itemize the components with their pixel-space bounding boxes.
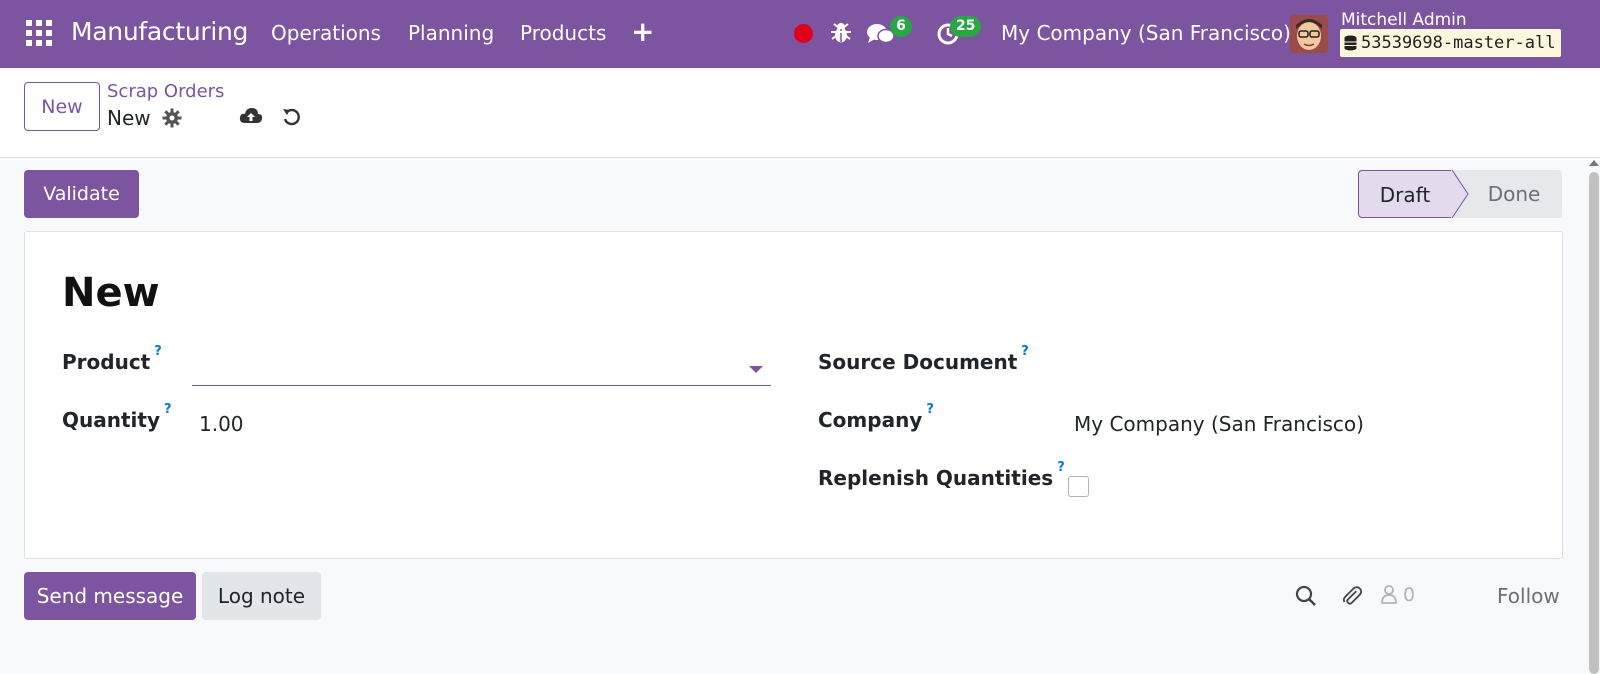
dropdown-caret-icon[interactable] bbox=[749, 366, 763, 373]
user-lock-icon bbox=[1381, 585, 1397, 604]
source-document-help-icon[interactable]: ? bbox=[1021, 344, 1029, 359]
app-name[interactable]: Manufacturing bbox=[71, 17, 248, 46]
stage-arrow-icon bbox=[1451, 170, 1469, 218]
quantity-input[interactable]: 1.00 bbox=[199, 412, 244, 436]
quantity-label: Quantity? bbox=[62, 402, 172, 432]
replenish-quantities-checkbox[interactable] bbox=[1068, 476, 1089, 497]
top-navbar: Manufacturing Operations Planning Produc… bbox=[0, 0, 1600, 68]
followers-count: 0 bbox=[1403, 584, 1416, 606]
breadcrumb-scrap-orders[interactable]: Scrap Orders bbox=[107, 81, 224, 102]
user-name[interactable]: Mitchell Admin bbox=[1341, 10, 1467, 30]
company-label: Company? bbox=[818, 402, 934, 432]
replenish-help-icon[interactable]: ? bbox=[1057, 460, 1065, 475]
status-bar: Draft Done bbox=[1358, 170, 1562, 218]
apps-grid-icon[interactable] bbox=[26, 20, 52, 46]
source-document-label: Source Document? bbox=[818, 344, 1029, 374]
user-avatar[interactable] bbox=[1290, 15, 1328, 53]
product-label: Product? bbox=[62, 344, 162, 374]
company-field[interactable]: My Company (San Francisco) bbox=[1074, 412, 1364, 436]
discard-undo-icon[interactable] bbox=[282, 107, 302, 131]
log-note-button[interactable]: Log note bbox=[202, 572, 321, 620]
company-switcher[interactable]: My Company (San Francisco) bbox=[1001, 21, 1291, 45]
plus-icon[interactable]: + bbox=[631, 15, 654, 48]
database-badge: 53539698-master-all bbox=[1340, 29, 1562, 60]
menu-operations[interactable]: Operations bbox=[271, 21, 381, 45]
stage-draft[interactable]: Draft bbox=[1358, 170, 1452, 218]
database-icon bbox=[1344, 32, 1357, 60]
paperclip-icon[interactable] bbox=[1340, 584, 1364, 612]
menu-planning[interactable]: Planning bbox=[408, 21, 494, 45]
follow-button[interactable]: Follow bbox=[1497, 584, 1560, 608]
product-input[interactable] bbox=[192, 350, 771, 386]
scroll-up-arrow[interactable] bbox=[1589, 160, 1599, 166]
breadcrumb-current: New bbox=[107, 106, 151, 130]
messages-badge: 6 bbox=[890, 16, 912, 37]
bug-icon[interactable] bbox=[830, 21, 852, 49]
replenish-quantities-label: Replenish Quantities? bbox=[818, 460, 1065, 490]
form-sheet: New Product? Quantity? 1.00 Source Docum… bbox=[24, 231, 1563, 559]
gear-icon[interactable] bbox=[162, 108, 182, 132]
save-cloud-icon[interactable] bbox=[239, 106, 263, 130]
scrollbar-thumb[interactable] bbox=[1589, 172, 1599, 674]
record-title: New bbox=[62, 270, 160, 316]
new-button[interactable]: New bbox=[24, 82, 100, 131]
product-help-icon[interactable]: ? bbox=[154, 344, 162, 359]
database-name: 53539698-master-all bbox=[1361, 33, 1556, 53]
quantity-help-icon[interactable]: ? bbox=[164, 402, 172, 417]
menu-products[interactable]: Products bbox=[520, 21, 606, 45]
send-message-button[interactable]: Send message bbox=[24, 572, 196, 620]
record-dot-icon[interactable] bbox=[794, 24, 813, 43]
control-panel: New Scrap Orders New bbox=[0, 68, 1600, 158]
source-document-input[interactable] bbox=[1068, 350, 1538, 380]
company-help-icon[interactable]: ? bbox=[926, 402, 934, 417]
validate-button[interactable]: Validate bbox=[24, 170, 139, 218]
activities-badge: 25 bbox=[950, 16, 982, 37]
followers-button[interactable]: 0 bbox=[1381, 584, 1415, 606]
search-icon[interactable] bbox=[1295, 585, 1317, 611]
